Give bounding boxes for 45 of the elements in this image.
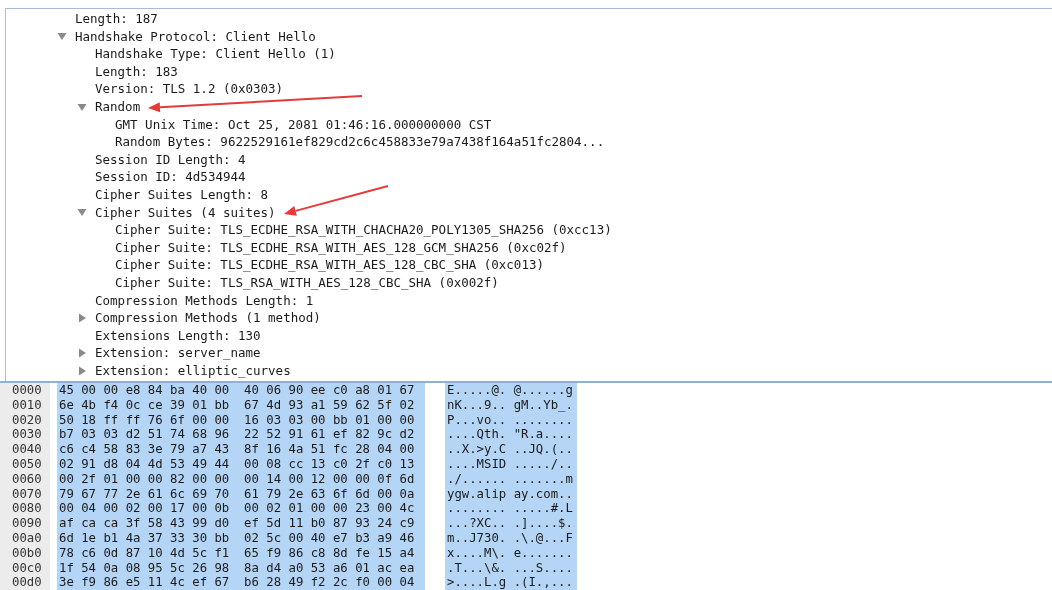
down-triangle-icon[interactable] xyxy=(77,101,87,112)
tree-item[interactable]: Length: 183 xyxy=(95,62,178,81)
tree-item[interactable]: Handshake Protocol: Client Hello xyxy=(75,27,316,46)
byte-offset: 0080 xyxy=(0,501,50,517)
ascii-bytes[interactable]: ...?XC.. .]....$. xyxy=(445,516,577,531)
tree-item[interactable]: Random Bytes: 9622529161ef829cd2c6c458833e79a7438f164a51fc2804... xyxy=(115,133,605,151)
tree-item[interactable]: Cipher Suites (4 suites) xyxy=(95,203,276,222)
tree-item[interactable]: Cipher Suite: TLS_RSA_WITH_AES_128_CBC_SHA (0x002f) xyxy=(115,273,499,292)
right-triangle-icon[interactable] xyxy=(77,312,87,323)
byte-offset: 00d0 xyxy=(0,575,50,590)
byte-offset: 0030 xyxy=(0,427,50,443)
tree-item[interactable]: Extension: server_name xyxy=(95,344,261,362)
tree-item[interactable]: Version: TLS 1.2 (0x0303) xyxy=(95,80,284,98)
byte-offset: 0040 xyxy=(0,442,50,457)
tree-item[interactable]: Extensions Length: 130 xyxy=(95,326,261,345)
tree-item[interactable]: Session ID Length: 4 xyxy=(95,150,246,169)
tree-item[interactable]: Extension: elliptic_curves xyxy=(95,361,291,380)
tree-item[interactable]: Cipher Suite: TLS_ECDHE_RSA_WITH_CHACHA20_POLY1305_SHA256 (0xcc13) xyxy=(115,221,612,239)
hex-bytes[interactable]: 00 04 00 02 00 17 00 0b 00 02 01 00 00 23 00 4c xyxy=(57,501,425,517)
right-triangle-icon[interactable] xyxy=(77,365,87,376)
hex-bytes[interactable]: b7 03 03 d2 51 74 68 96 22 52 91 61 ef 82 9c d2 xyxy=(57,427,425,443)
ascii-bytes[interactable]: E.....@. @......g xyxy=(445,383,577,398)
tree-item[interactable]: Compression Methods Length: 1 xyxy=(95,291,314,310)
right-triangle-icon[interactable] xyxy=(77,348,87,359)
tree-item[interactable]: Random xyxy=(95,97,141,116)
tree-item[interactable]: Length: 187 xyxy=(75,10,158,28)
down-triangle-icon[interactable] xyxy=(57,31,67,42)
hex-bytes[interactable]: af ca ca 3f 58 43 99 d0 ef 5d 11 b0 87 93 24 c9 xyxy=(57,516,425,531)
down-triangle-icon[interactable] xyxy=(77,207,87,218)
ascii-bytes[interactable]: >....L.g .(I.,... xyxy=(445,575,577,590)
tree-item[interactable]: Handshake Type: Client Hello (1) xyxy=(95,45,336,63)
hex-bytes[interactable]: 45 00 00 e8 84 ba 40 00 40 06 90 ee c0 a8 01 67 xyxy=(57,383,425,398)
tree-item[interactable]: Cipher Suite: TLS_ECDHE_RSA_WITH_AES_128_CBC_SHA (0xc013) xyxy=(115,256,544,274)
tree-item[interactable]: GMT Unix Time: Oct 25, 2081 01:46:16.000000000 CST xyxy=(115,115,492,134)
ascii-bytes[interactable]: ..X.>y.C ..JQ.(.. xyxy=(445,442,577,457)
byte-offset: 0000 xyxy=(0,383,50,398)
byte-offset: 0090 xyxy=(0,516,50,531)
ascii-bytes[interactable]: ........ .....#.L xyxy=(445,501,577,517)
tree-item[interactable]: Compression Methods (1 method) xyxy=(95,309,321,327)
hex-bytes[interactable]: 3e f9 86 e5 11 4c ef 67 b6 28 49 f2 2c f0 00 04 xyxy=(57,575,425,590)
hex-bytes[interactable]: c6 c4 58 83 3e 79 a7 43 8f 16 4a 51 fc 28 04 00 xyxy=(57,442,425,457)
tree-item[interactable]: Cipher Suites Length: 8 xyxy=(95,185,269,204)
ascii-bytes[interactable]: ....Qth. "R.a.... xyxy=(445,427,577,443)
tree-item[interactable]: Cipher Suite: TLS_ECDHE_RSA_WITH_AES_128_GCM_SHA256 (0xc02f) xyxy=(115,238,567,257)
tree-item[interactable]: Session ID: 4d534944 xyxy=(95,168,246,186)
